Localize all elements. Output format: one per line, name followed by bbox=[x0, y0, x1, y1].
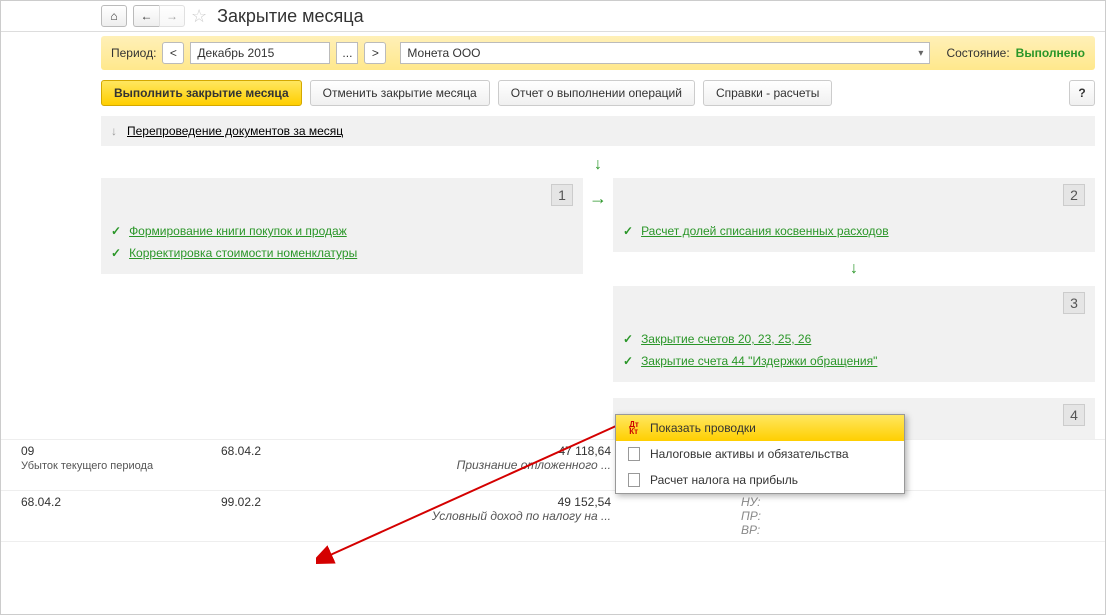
account-kt: 68.04.2 bbox=[221, 444, 391, 458]
table-row: 68.04.2 99.02.2 49 152,54 Условный доход… bbox=[1, 491, 1105, 542]
document-icon bbox=[626, 446, 642, 462]
menu-item-label: Показать проводки bbox=[650, 421, 756, 435]
period-value[interactable]: Декабрь 2015 bbox=[190, 42, 330, 64]
period-picker-button[interactable]: ... bbox=[336, 42, 358, 64]
check-icon: ✓ bbox=[623, 354, 633, 368]
cancel-button[interactable]: Отменить закрытие месяца bbox=[310, 80, 490, 106]
period-bar: Период: < Декабрь 2015 ... > Монета ООО … bbox=[101, 36, 1095, 70]
stage-link[interactable]: Формирование книги покупок и продаж bbox=[129, 224, 347, 238]
stage-link[interactable]: Закрытие счетов 20, 23, 25, 26 bbox=[641, 332, 811, 346]
dtkt-icon: ДтКт bbox=[626, 420, 642, 436]
flow-arrow-icon: ↓ bbox=[101, 152, 1095, 178]
toolbar: Выполнить закрытие месяца Отменить закры… bbox=[1, 70, 1105, 116]
menu-item-label: Расчет налога на прибыль bbox=[650, 473, 798, 487]
table-row: 09 Убыток текущего периода 68.04.2 47 11… bbox=[1, 439, 1105, 491]
entry-description: Условный доход по налогу на ... bbox=[391, 509, 611, 523]
period-next-button[interactable]: > bbox=[364, 42, 386, 64]
refs-button[interactable]: Справки - расчеты bbox=[703, 80, 832, 106]
context-menu: ДтКт Показать проводки Налоговые активы … bbox=[615, 414, 905, 494]
stage-2-box: 2 ✓ Расчет долей списания косвенных расх… bbox=[613, 178, 1095, 252]
page-title: Закрытие месяца bbox=[217, 6, 363, 27]
organization-value: Монета ООО bbox=[407, 46, 480, 60]
stage-item: ✓ Формирование книги покупок и продаж bbox=[111, 220, 573, 242]
period-label: Период: bbox=[111, 46, 156, 60]
account-dt: 09 bbox=[21, 444, 221, 458]
home-icon: ⌂ bbox=[110, 9, 117, 23]
tax-label: НУ: bbox=[741, 495, 811, 509]
chevron-down-icon: ▾ bbox=[918, 48, 923, 59]
stage-num: 4 bbox=[1063, 404, 1085, 426]
period-prev-button[interactable]: < bbox=[162, 42, 184, 64]
status-value: Выполнено bbox=[1016, 46, 1085, 60]
stage-link[interactable]: Корректировка стоимости номенклатуры bbox=[129, 246, 357, 260]
stage-num: 3 bbox=[1063, 292, 1085, 314]
organization-select[interactable]: Монета ООО ▾ bbox=[400, 42, 930, 64]
menu-income-tax[interactable]: Расчет налога на прибыль bbox=[616, 467, 904, 493]
flow-arrow-right-icon: → bbox=[583, 178, 613, 446]
amount: 47 118,64 bbox=[391, 444, 611, 458]
entries-grid: 09 Убыток текущего периода 68.04.2 47 11… bbox=[1, 439, 1105, 542]
stage-item: ✓ Расчет долей списания косвенных расход… bbox=[623, 220, 1085, 242]
arrow-left-icon: ← bbox=[141, 9, 153, 23]
stage-3-box: 3 ✓ Закрытие счетов 20, 23, 25, 26 ✓ Зак… bbox=[613, 286, 1095, 382]
account-kt: 99.02.2 bbox=[221, 495, 391, 509]
flow-arrow-icon: ↓ bbox=[613, 258, 1095, 280]
repost-row: ↓ Перепроведение документов за месяц bbox=[101, 116, 1095, 146]
stage-link[interactable]: Расчет долей списания косвенных расходов bbox=[641, 224, 889, 238]
stage-num: 2 bbox=[1063, 184, 1085, 206]
stage-num: 1 bbox=[551, 184, 573, 206]
stage-item: ✓ Закрытие счета 44 "Издержки обращения" bbox=[623, 350, 1085, 372]
menu-show-entries[interactable]: ДтКт Показать проводки bbox=[616, 415, 904, 441]
document-icon bbox=[626, 472, 642, 488]
execute-button[interactable]: Выполнить закрытие месяца bbox=[101, 80, 302, 106]
nav-back-button[interactable]: ← bbox=[133, 5, 159, 27]
amount: 49 152,54 bbox=[391, 495, 611, 509]
menu-item-label: Налоговые активы и обязательства bbox=[650, 447, 849, 461]
arrow-down-icon: ↓ bbox=[111, 124, 117, 138]
entry-description: Признание отложенного ... bbox=[391, 458, 611, 472]
check-icon: ✓ bbox=[623, 332, 633, 346]
account-dt: 68.04.2 bbox=[21, 495, 221, 509]
help-button[interactable]: ? bbox=[1069, 80, 1095, 106]
report-button[interactable]: Отчет о выполнении операций bbox=[498, 80, 695, 106]
star-icon[interactable]: ☆ bbox=[191, 6, 207, 27]
stage-1-box: 1 ✓ Формирование книги покупок и продаж … bbox=[101, 178, 583, 274]
subconto-dt: Убыток текущего периода bbox=[21, 458, 221, 472]
stage-link[interactable]: Закрытие счета 44 "Издержки обращения" bbox=[641, 354, 877, 368]
check-icon: ✓ bbox=[111, 224, 121, 238]
titlebar: ⌂ ← → ☆ Закрытие месяца bbox=[1, 1, 1105, 32]
stage-item: ✓ Корректировка стоимости номенклатуры bbox=[111, 242, 573, 264]
arrow-right-icon: → bbox=[166, 9, 178, 23]
status-label: Состояние: bbox=[946, 46, 1009, 60]
check-icon: ✓ bbox=[623, 224, 633, 238]
home-button[interactable]: ⌂ bbox=[101, 5, 127, 27]
tax-label: ВР: bbox=[741, 523, 811, 537]
repost-link[interactable]: Перепроведение документов за месяц bbox=[127, 124, 343, 138]
stage-item: ✓ Закрытие счетов 20, 23, 25, 26 bbox=[623, 328, 1085, 350]
check-icon: ✓ bbox=[111, 246, 121, 260]
menu-tax-assets[interactable]: Налоговые активы и обязательства bbox=[616, 441, 904, 467]
tax-label: ПР: bbox=[741, 509, 811, 523]
nav-forward-button[interactable]: → bbox=[159, 5, 185, 27]
